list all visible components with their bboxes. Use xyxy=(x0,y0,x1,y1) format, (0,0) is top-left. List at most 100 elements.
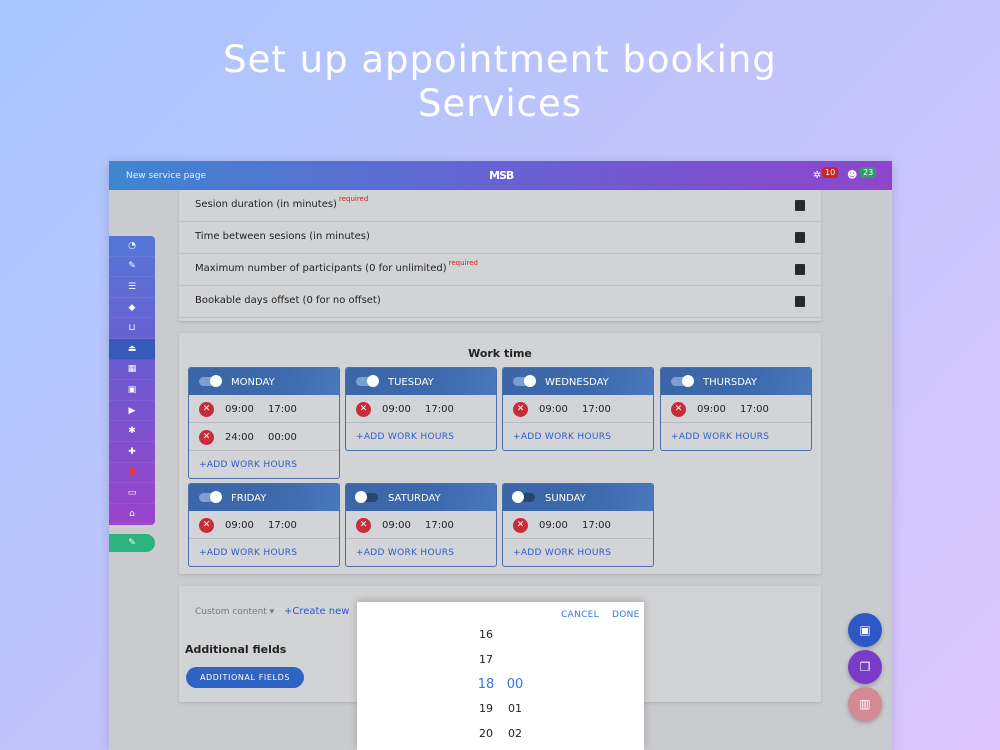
slot-end-time[interactable]: 17:00 xyxy=(425,404,454,415)
picker-done-button[interactable]: DONE xyxy=(612,610,640,620)
slot-start-time[interactable]: 09:00 xyxy=(697,404,726,415)
slot-end-time[interactable]: 17:00 xyxy=(582,520,611,531)
day-name: MONDAY xyxy=(231,377,275,388)
slot-start-time[interactable]: 09:00 xyxy=(382,404,411,415)
sidebar-item-wrench[interactable]: ✎ xyxy=(109,257,155,278)
day-card-thursday: THURSDAY ✕ 09:00 17:00 +ADD WORK HOURS xyxy=(660,367,812,451)
wrench-icon: ✎ xyxy=(128,261,136,272)
work-hours-slot: ✕ 09:00 17:00 xyxy=(661,395,811,423)
add-user-icon: ✚ xyxy=(128,446,136,457)
save-button[interactable]: ▣ xyxy=(848,613,882,647)
sidebar-item-service-bell[interactable]: ⏏ xyxy=(109,338,155,360)
list-icon: ☰ xyxy=(127,281,137,292)
slot-end-time[interactable]: 17:00 xyxy=(268,404,297,415)
add-work-hours-button[interactable]: +ADD WORK HOURS xyxy=(189,539,339,566)
day-card-friday: FRIDAY ✕ 09:00 17:00 +ADD WORK HOURS xyxy=(188,483,340,567)
add-work-hours-button[interactable]: +ADD WORK HOURS xyxy=(503,423,653,450)
slot-end-time[interactable]: 17:00 xyxy=(268,520,297,531)
sidebar-item-cart[interactable]: ⊔ xyxy=(109,318,155,339)
slot-end-time[interactable]: 17:00 xyxy=(740,404,769,415)
remove-slot-icon[interactable]: ✕ xyxy=(513,402,528,417)
remove-slot-icon[interactable]: ✕ xyxy=(199,518,214,533)
day-toggle[interactable] xyxy=(356,375,379,387)
remove-slot-icon[interactable]: ✕ xyxy=(356,402,371,417)
required-marker: required xyxy=(448,259,478,267)
day-toggle[interactable] xyxy=(199,375,222,387)
service-bell-icon: ⏏ xyxy=(127,343,137,354)
field-row[interactable]: Bookable days offset (0 for no offset) xyxy=(179,286,821,318)
sidebar-item-calendar[interactable]: ▦ xyxy=(109,360,155,381)
picker-minute-option[interactable]: 00 xyxy=(498,677,532,692)
slot-end-time[interactable]: 00:00 xyxy=(268,432,297,443)
sidebar-item-graduation-cap[interactable]: ⌂ xyxy=(109,504,155,525)
sidebar: ◔ ✎ ☰ ◆ ⊔ ⏏ ▦ ▣ ▶ ✱ ✚ ● ▭ ⌂ xyxy=(109,236,155,525)
remove-slot-icon[interactable]: ✕ xyxy=(199,430,214,445)
sidebar-item-add-user[interactable]: ✚ xyxy=(109,442,155,463)
day-toggle[interactable] xyxy=(199,491,222,503)
number-stepper-icon[interactable] xyxy=(795,296,805,307)
custom-content-dropdown[interactable]: Custom content ▾ xyxy=(195,607,274,617)
additional-fields-title: Additional fields xyxy=(185,643,287,656)
app-logo[interactable]: MSB xyxy=(489,169,514,182)
slot-start-time[interactable]: 09:00 xyxy=(539,404,568,415)
card-icon: ▭ xyxy=(127,487,137,498)
remove-slot-icon[interactable]: ✕ xyxy=(199,402,214,417)
sidebar-item-alert[interactable]: ● xyxy=(109,463,155,484)
slot-start-time[interactable]: 09:00 xyxy=(539,520,568,531)
picker-hour-option[interactable]: 17 xyxy=(469,653,503,666)
sidebar-item-video[interactable]: ▶ xyxy=(109,401,155,422)
breadcrumb[interactable]: New service page xyxy=(126,171,206,181)
edit-button[interactable]: ✎ xyxy=(109,534,155,552)
picker-cancel-button[interactable]: CANCEL xyxy=(561,610,599,620)
users-badge: 23 xyxy=(860,167,877,178)
duplicate-button[interactable]: ❐ xyxy=(848,650,882,684)
pencil-icon: ✎ xyxy=(128,538,136,548)
day-toggle[interactable] xyxy=(512,491,535,503)
number-stepper-icon[interactable] xyxy=(795,232,805,243)
cart-icon: ⊔ xyxy=(128,323,136,334)
remove-slot-icon[interactable]: ✕ xyxy=(671,402,686,417)
picker-minute-option[interactable]: 02 xyxy=(498,727,532,740)
day-header: SATURDAY xyxy=(346,484,496,511)
add-work-hours-button[interactable]: +ADD WORK HOURS xyxy=(346,539,496,566)
delete-button[interactable]: ▥ xyxy=(848,687,882,721)
additional-fields-button[interactable]: ADDITIONAL FIELDS xyxy=(186,667,304,688)
sidebar-item-box[interactable]: ◆ xyxy=(109,298,155,319)
sidebar-item-gear[interactable]: ✱ xyxy=(109,421,155,442)
picker-hour-option[interactable]: 16 xyxy=(469,628,503,641)
day-header: WEDNESDAY xyxy=(503,368,653,395)
sidebar-item-list[interactable]: ☰ xyxy=(109,277,155,298)
day-toggle[interactable] xyxy=(355,491,378,503)
add-work-hours-button[interactable]: +ADD WORK HOURS xyxy=(503,539,653,566)
slot-start-time[interactable]: 24:00 xyxy=(225,432,254,443)
picker-minute-option[interactable]: 01 xyxy=(498,702,532,715)
day-toggle[interactable] xyxy=(513,375,536,387)
add-work-hours-button[interactable]: +ADD WORK HOURS xyxy=(189,451,339,478)
notifications-badge: 10 xyxy=(822,167,839,178)
slot-start-time[interactable]: 09:00 xyxy=(382,520,411,531)
remove-slot-icon[interactable]: ✕ xyxy=(513,518,528,533)
number-stepper-icon[interactable] xyxy=(795,200,805,211)
slot-end-time[interactable]: 17:00 xyxy=(425,520,454,531)
add-work-hours-button[interactable]: +ADD WORK HOURS xyxy=(661,423,811,450)
remove-slot-icon[interactable]: ✕ xyxy=(356,518,371,533)
slot-start-time[interactable]: 09:00 xyxy=(225,520,254,531)
graduation-cap-icon: ⌂ xyxy=(129,508,135,519)
field-label-text: Time between sesions (in minutes) xyxy=(195,231,370,242)
slot-end-time[interactable]: 17:00 xyxy=(582,404,611,415)
sidebar-item-gift[interactable]: ▣ xyxy=(109,380,155,401)
field-row[interactable]: Maximum number of participants (0 for un… xyxy=(179,254,821,286)
sidebar-item-dashboard[interactable]: ◔ xyxy=(109,236,155,257)
time-picker[interactable]: CANCEL DONE 16 17 18 00 19 01 20 02 xyxy=(357,602,644,750)
day-toggle[interactable] xyxy=(671,375,694,387)
day-name: TUESDAY xyxy=(388,377,434,388)
slot-start-time[interactable]: 09:00 xyxy=(225,404,254,415)
field-row[interactable]: Time between sesions (in minutes) xyxy=(179,222,821,254)
add-work-hours-button[interactable]: +ADD WORK HOURS xyxy=(346,423,496,450)
create-new-link[interactable]: +Create new xyxy=(284,606,349,617)
box-icon: ◆ xyxy=(128,302,136,313)
sidebar-item-card[interactable]: ▭ xyxy=(109,483,155,504)
field-row[interactable]: Sesion duration (in minutes) required xyxy=(179,190,821,222)
user-icon[interactable]: ☻ xyxy=(847,170,857,181)
number-stepper-icon[interactable] xyxy=(795,264,805,275)
